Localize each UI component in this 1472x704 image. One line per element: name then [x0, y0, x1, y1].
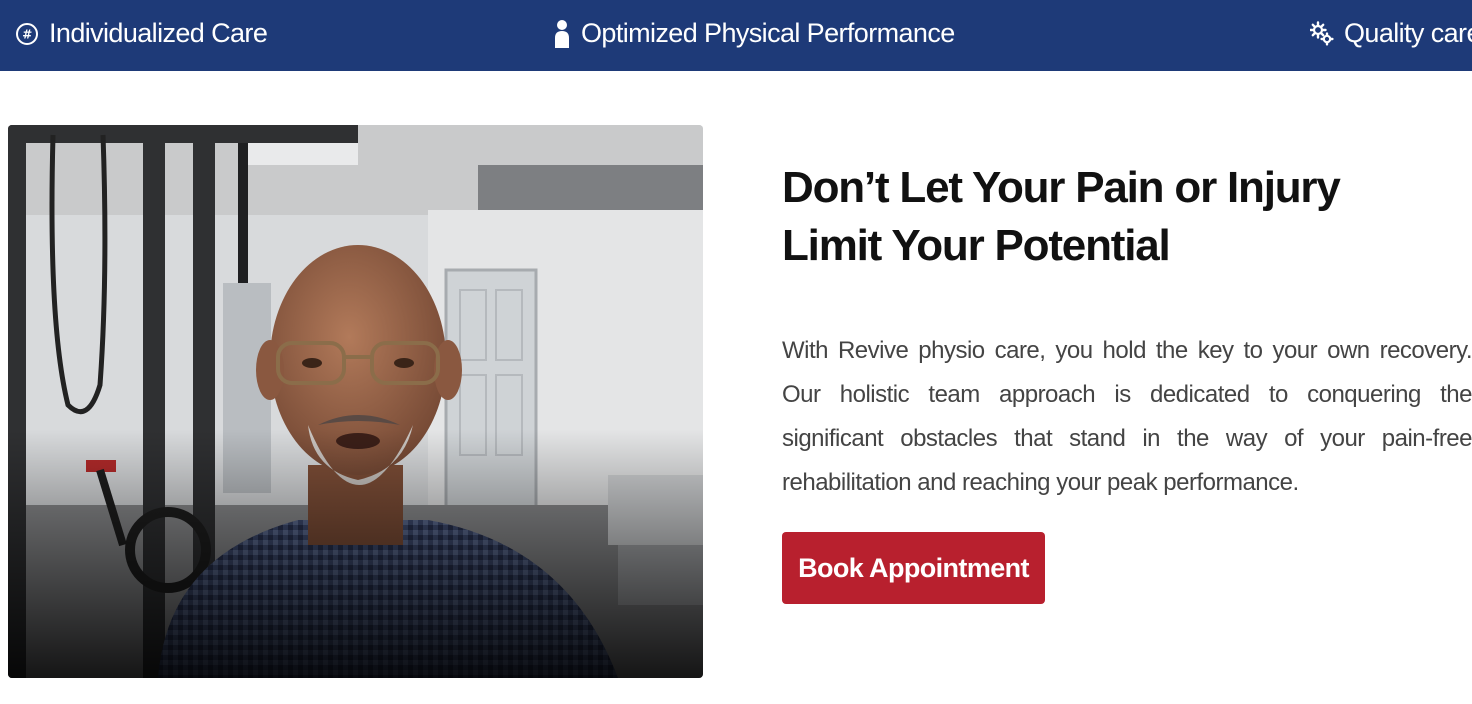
hero-section: Don’t Let Your Pain or Injury Limit Your… [0, 71, 1472, 704]
feature-optimized-performance: Optimized Physical Performance [553, 0, 955, 67]
hero-description: With Revive physio care, you hold the ke… [782, 337, 1472, 496]
features-bar: # Individualized Care Optimized Physical… [0, 0, 1472, 71]
person-icon [553, 19, 571, 49]
feature-label: Optimized Physical Performance [581, 18, 955, 48]
svg-text:#: # [22, 27, 32, 41]
hero-headline: Don’t Let Your Pain or Injury Limit Your… [782, 163, 1341, 270]
book-appointment-button[interactable]: Book Appointment [782, 532, 1045, 604]
feature-label: Quality care [1344, 18, 1472, 48]
gears-icon [1310, 20, 1334, 47]
feature-quality-care: Quality care [1310, 0, 1472, 67]
feature-label: Individualized Care [49, 18, 268, 48]
hash-circle-icon: # [15, 22, 39, 46]
video-thumbnail[interactable] [8, 125, 703, 678]
feature-individualized-care: # Individualized Care [15, 0, 268, 67]
